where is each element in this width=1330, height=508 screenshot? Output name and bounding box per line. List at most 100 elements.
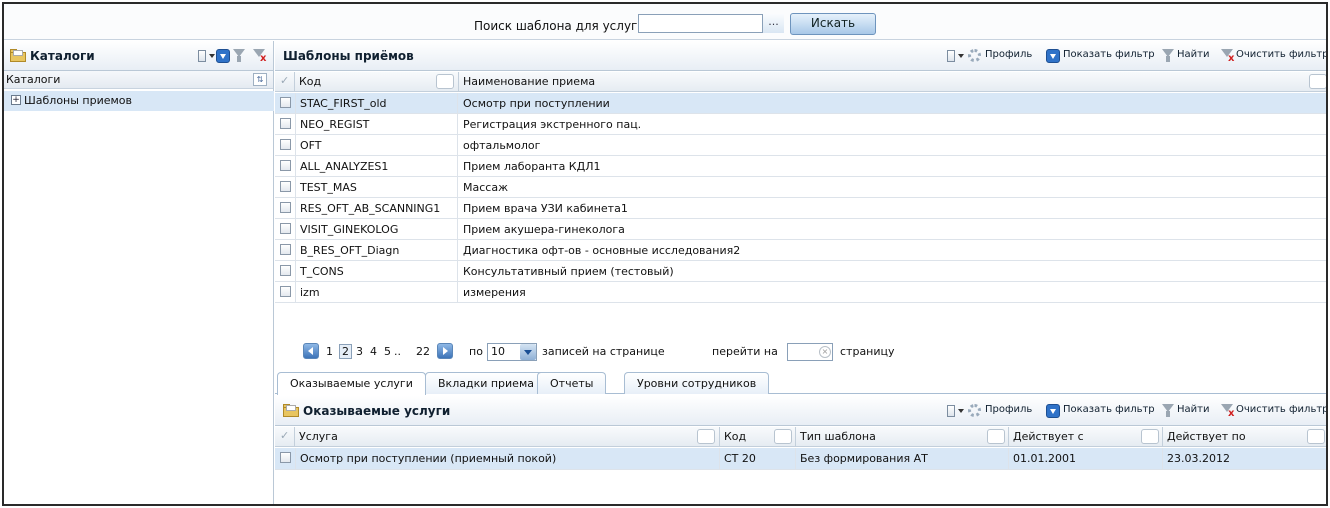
- table-row[interactable]: TEST_MAS Массаж: [275, 177, 1326, 198]
- row-checkbox[interactable]: [280, 202, 291, 213]
- row-checkbox[interactable]: [280, 139, 291, 150]
- table-row[interactable]: B_RES_OFT_Diagn Диагностика офт-ов - осно…: [275, 240, 1326, 261]
- goto-page-input[interactable]: ×: [787, 343, 833, 361]
- column-code-menu-button[interactable]: [774, 429, 792, 444]
- cell-name: Массаж: [463, 181, 508, 194]
- chevron-down-icon[interactable]: [520, 344, 536, 360]
- clear-filter-icon[interactable]: [1221, 404, 1234, 419]
- column-valid-from-header[interactable]: Действует с: [1009, 427, 1163, 447]
- expand-icon[interactable]: +: [11, 95, 21, 105]
- cell-code: OFT: [295, 135, 458, 156]
- cell-name: Прием акушера-гинеколога: [463, 223, 625, 236]
- find-button[interactable]: Найти: [1177, 404, 1209, 415]
- column-code-label: Код: [724, 430, 747, 443]
- clear-filter-icon[interactable]: [1221, 49, 1234, 64]
- row-checkbox[interactable]: [280, 286, 291, 297]
- cell-code: T_CONS: [295, 261, 458, 282]
- page-link[interactable]: 1: [326, 345, 333, 358]
- row-checkbox[interactable]: [280, 244, 291, 255]
- previous-page-icon[interactable]: [303, 343, 319, 359]
- cell-name: Диагностика офт-ов - основные исследован…: [463, 244, 741, 257]
- tree-node-templates[interactable]: + Шаблоны приемов: [4, 91, 274, 111]
- cell-name: Консультативный прием (тестовый): [463, 265, 674, 278]
- show-filter-icon[interactable]: [216, 49, 230, 63]
- row-checkbox[interactable]: [280, 97, 291, 108]
- catalogs-column-header[interactable]: Каталоги ⇅: [4, 71, 273, 89]
- column-valid-from-menu-button[interactable]: [1141, 429, 1159, 444]
- column-service-header[interactable]: Услуга: [295, 427, 720, 447]
- tab-reports[interactable]: Отчеты: [537, 372, 607, 394]
- column-service-menu-button[interactable]: [697, 429, 715, 444]
- sort-icon[interactable]: ⇅: [253, 73, 267, 86]
- templates-grid-header: Код Наименование приема: [275, 72, 1326, 92]
- find-button[interactable]: Найти: [1177, 49, 1209, 60]
- gear-icon[interactable]: [968, 49, 981, 62]
- services-grid-header: Услуга Код Тип шаблона Действует с Дейст…: [275, 427, 1326, 447]
- table-row[interactable]: ALL_ANALYZES1 Прием лаборанта КДЛ1: [275, 156, 1326, 177]
- clear-filter-button[interactable]: Очистить фильтр: [1236, 404, 1326, 415]
- columns-menu-icon[interactable]: [947, 405, 964, 417]
- cell-code: ALL_ANALYZES1: [295, 156, 458, 177]
- column-valid-to-header[interactable]: Действует по: [1163, 427, 1326, 447]
- row-checkbox[interactable]: [280, 160, 291, 171]
- clear-icon[interactable]: ×: [819, 346, 831, 358]
- column-name-header[interactable]: Наименование приема: [459, 72, 1326, 92]
- filter-icon[interactable]: [1162, 49, 1174, 62]
- filter-icon[interactable]: [1162, 404, 1174, 417]
- select-all-checkbox[interactable]: [275, 72, 295, 92]
- column-code-menu-button[interactable]: [436, 74, 454, 89]
- table-row[interactable]: Осмотр при поступлении (приемный покой) …: [275, 448, 1326, 470]
- column-valid-to-menu-button[interactable]: [1307, 429, 1325, 444]
- profile-button[interactable]: Профиль: [985, 49, 1032, 60]
- table-row[interactable]: OFT офтальмолог: [275, 135, 1326, 156]
- profile-button[interactable]: Профиль: [985, 404, 1032, 415]
- clear-filter-icon[interactable]: [253, 49, 266, 64]
- page-ellipsis: ..: [394, 345, 401, 358]
- table-row[interactable]: VISIT_GINEKOLOG Прием акушера-гинеколога: [275, 219, 1326, 240]
- show-filter-icon[interactable]: [1046, 404, 1060, 418]
- select-all-checkbox[interactable]: [275, 427, 295, 447]
- table-row[interactable]: STAC_FIRST_old Осмотр при поступлении: [275, 93, 1326, 114]
- row-checkbox[interactable]: [280, 118, 291, 129]
- page-link[interactable]: 22: [416, 345, 430, 358]
- row-checkbox[interactable]: [280, 452, 291, 463]
- cell-code: STAC_FIRST_old: [295, 93, 458, 114]
- columns-menu-icon[interactable]: [198, 50, 215, 62]
- column-code-header[interactable]: Код: [295, 72, 459, 92]
- services-header: Оказываемые услуги Профиль Показать филь…: [275, 396, 1326, 426]
- app-frame: Поиск шаблона для услуги: ... Искать Кат…: [2, 2, 1328, 506]
- show-filter-button[interactable]: Показать фильтр: [1063, 404, 1155, 415]
- cell-name: Осмотр при поступлении: [463, 97, 610, 110]
- row-checkbox[interactable]: [280, 181, 291, 192]
- column-template-type-label: Тип шаблона: [800, 430, 876, 443]
- tab-provided-services[interactable]: Оказываемые услуги: [277, 372, 426, 395]
- column-valid-from-label: Действует с: [1013, 430, 1084, 443]
- page-link[interactable]: 3: [356, 345, 363, 358]
- column-name-menu-button[interactable]: [1309, 74, 1326, 89]
- page-link[interactable]: 5: [384, 345, 391, 358]
- gear-icon[interactable]: [968, 404, 981, 417]
- next-page-icon[interactable]: [437, 343, 453, 359]
- show-filter-icon[interactable]: [1046, 49, 1060, 63]
- cell-service: Осмотр при поступлении (приемный покой): [295, 448, 720, 470]
- lookup-button[interactable]: ...: [762, 14, 784, 33]
- table-row[interactable]: izm измерения: [275, 282, 1326, 303]
- cell-name: Прием лаборанта КДЛ1: [463, 160, 601, 173]
- tab-staff-levels[interactable]: Уровни сотрудников: [624, 372, 770, 394]
- page-current: 2: [339, 344, 352, 359]
- tab-visit-tabs[interactable]: Вкладки приема: [425, 372, 547, 394]
- page-link[interactable]: 4: [370, 345, 377, 358]
- row-checkbox[interactable]: [280, 265, 291, 276]
- search-button[interactable]: Искать: [790, 13, 876, 35]
- table-row[interactable]: T_CONS Консультативный прием (тестовый): [275, 261, 1326, 282]
- templates-panel: Шаблоны приёмов Профиль Показать фильтр …: [275, 41, 1326, 504]
- show-filter-button[interactable]: Показать фильтр: [1063, 49, 1155, 60]
- row-checkbox[interactable]: [280, 223, 291, 234]
- column-template-type-menu-button[interactable]: [987, 429, 1005, 444]
- column-template-type-header[interactable]: Тип шаблона: [796, 427, 1009, 447]
- filter-icon[interactable]: [233, 49, 245, 62]
- columns-menu-icon[interactable]: [947, 50, 964, 62]
- table-row[interactable]: RES_OFT_AB_SCANNING1 Прием врача УЗИ каби…: [275, 198, 1326, 219]
- table-row[interactable]: NEO_REGIST Регистрация экстренного пац.: [275, 114, 1326, 135]
- clear-filter-button[interactable]: Очистить фильтр: [1236, 49, 1326, 60]
